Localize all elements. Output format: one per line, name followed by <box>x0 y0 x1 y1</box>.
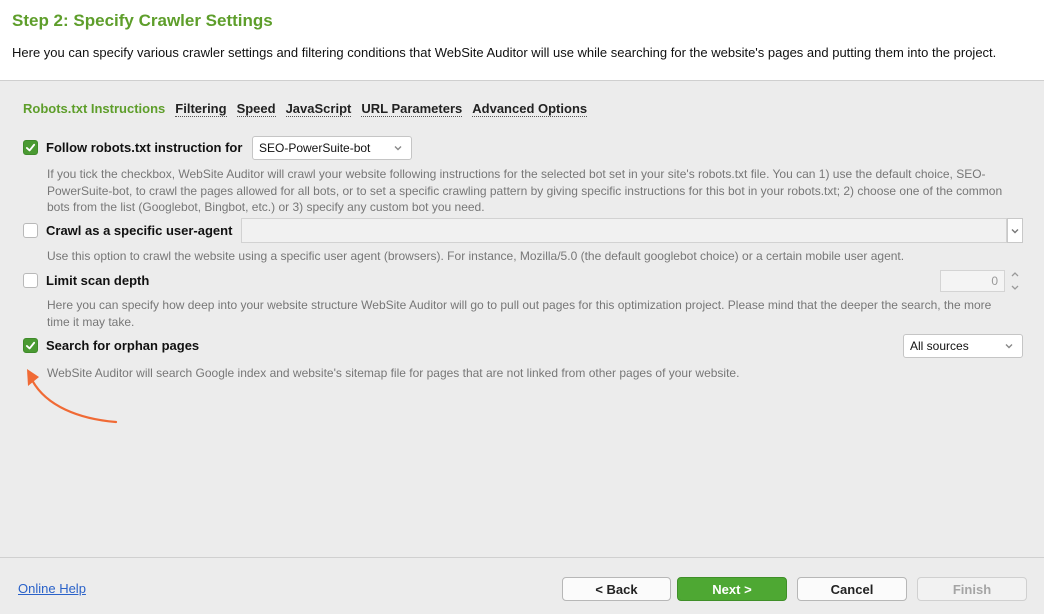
back-button[interactable]: < Back <box>562 577 671 601</box>
orphan-source-value: All sources <box>910 339 969 353</box>
bot-select-value: SEO-PowerSuite-bot <box>259 141 371 155</box>
user-agent-help-text: Use this option to crawl the website usi… <box>47 249 905 263</box>
depth-checkbox[interactable] <box>23 273 38 288</box>
next-button[interactable]: Next > <box>677 577 787 601</box>
user-agent-input[interactable] <box>241 218 1007 243</box>
depth-option-row: Limit scan depth <box>23 273 149 288</box>
chevron-down-icon <box>1011 228 1019 233</box>
orphan-option-row: Search for orphan pages <box>23 338 199 353</box>
footer-divider <box>0 557 1044 558</box>
bot-select[interactable]: SEO-PowerSuite-bot <box>252 136 412 160</box>
checkmark-icon <box>25 143 36 152</box>
chevron-down-icon <box>1005 344 1013 349</box>
depth-help-text: Here you can specify how deep into your … <box>47 298 992 329</box>
step-description: Here you can specify various crawler set… <box>12 45 997 60</box>
user-agent-combobox <box>241 218 1023 243</box>
user-agent-option-row: Crawl as a specific user-agent <box>23 223 232 238</box>
tab-filtering[interactable]: Filtering <box>175 101 227 117</box>
orphan-help-text: WebSite Auditor will search Google index… <box>47 366 740 380</box>
user-agent-checkbox[interactable] <box>23 223 38 238</box>
online-help-link[interactable]: Online Help <box>18 581 86 596</box>
depth-stepper: 0 <box>940 270 1023 292</box>
tab-speed[interactable]: Speed <box>236 101 276 117</box>
highlight-arrow-icon <box>27 369 118 424</box>
robots-checkbox[interactable] <box>23 140 38 155</box>
orphan-source-select[interactable]: All sources <box>903 334 1023 358</box>
depth-label: Limit scan depth <box>46 273 150 288</box>
cancel-button[interactable]: Cancel <box>797 577 907 601</box>
orphan-label: Search for orphan pages <box>46 338 200 353</box>
tab-javascript[interactable]: JavaScript <box>285 101 352 117</box>
chevron-down-icon <box>394 146 402 151</box>
tab-advanced-options[interactable]: Advanced Options <box>472 101 588 117</box>
robots-label: Follow robots.txt instruction for <box>46 140 243 155</box>
settings-tabs: Robots.txt Instructions Filtering Speed … <box>23 101 588 117</box>
chevron-down-icon[interactable] <box>1010 283 1020 292</box>
depth-input[interactable]: 0 <box>940 270 1005 292</box>
user-agent-label: Crawl as a specific user-agent <box>46 223 233 238</box>
tab-robots[interactable]: Robots.txt Instructions <box>23 101 165 117</box>
step-header: Step 2: Specify Crawler Settings Here yo… <box>0 0 1044 81</box>
finish-button[interactable]: Finish <box>917 577 1027 601</box>
step-title: Step 2: Specify Crawler Settings <box>12 11 273 30</box>
tab-url-parameters[interactable]: URL Parameters <box>361 101 463 117</box>
user-agent-dropdown-button[interactable] <box>1007 218 1023 243</box>
depth-stepper-arrows <box>1008 270 1022 292</box>
checkmark-icon <box>25 341 36 350</box>
robots-help-text: If you tick the checkbox, WebSite Audito… <box>47 167 1003 214</box>
orphan-checkbox[interactable] <box>23 338 38 353</box>
chevron-up-icon[interactable] <box>1010 270 1020 279</box>
robots-option-row: Follow robots.txt instruction for <box>23 140 242 155</box>
